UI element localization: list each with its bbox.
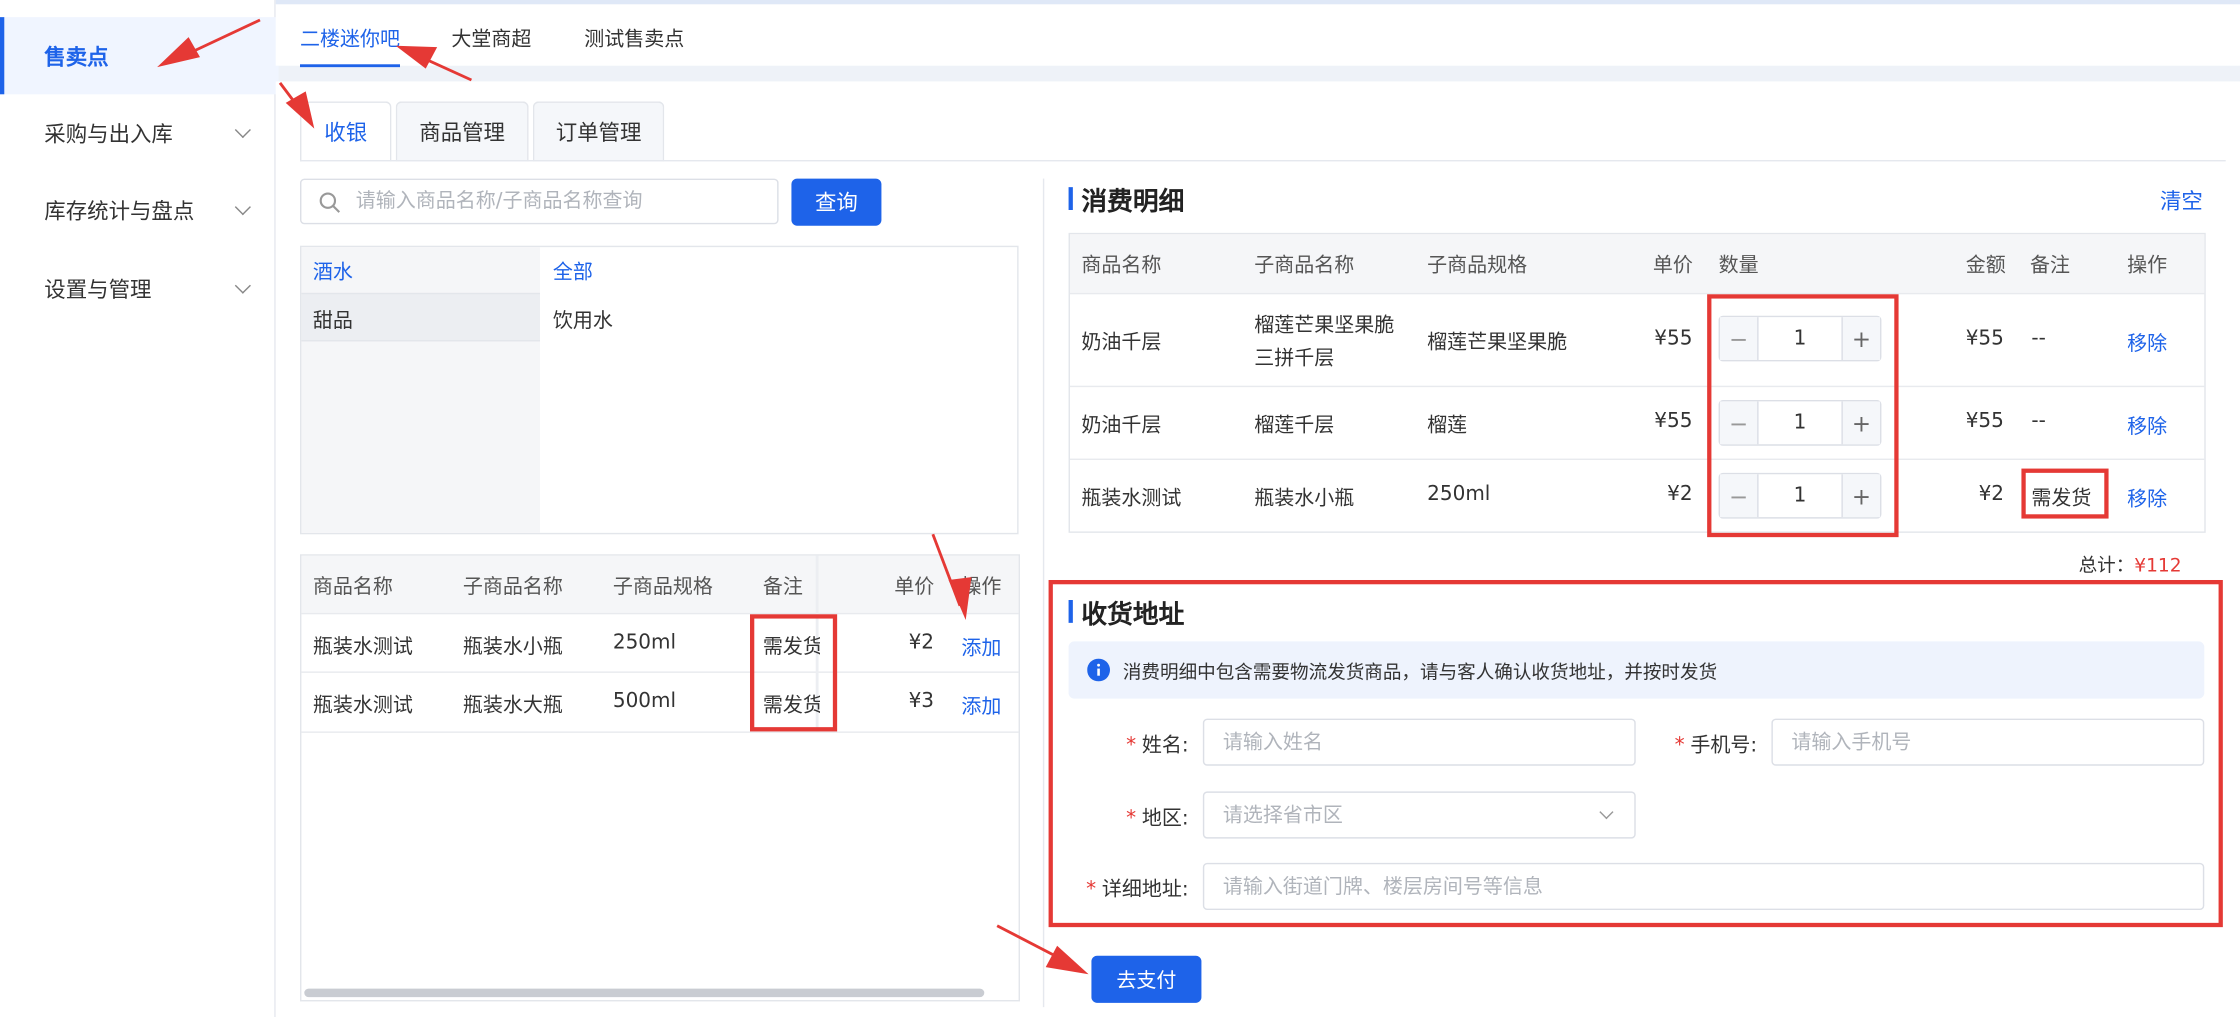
arrow-icon [157,37,200,68]
arrow-icon [1045,945,1089,975]
arrow-icon [948,577,972,620]
arrow-icon [395,45,438,69]
annotation-arrows [157,18,1089,975]
